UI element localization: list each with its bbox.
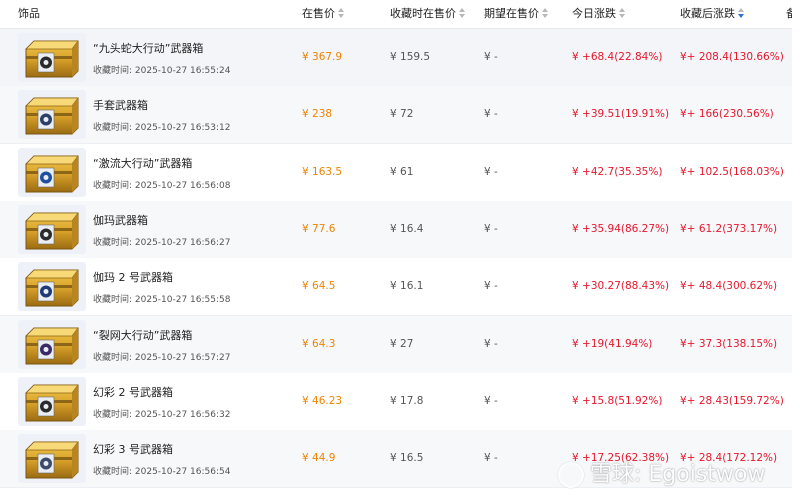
item-name[interactable]: “激流大行动”武器箱 — [93, 155, 192, 171]
expected-price: ¥ - — [484, 394, 498, 407]
item-name[interactable]: 手套武器箱 — [93, 97, 148, 113]
case-thumbnail[interactable] — [18, 319, 86, 369]
gamma2-emblem-icon — [25, 269, 79, 307]
header-expect-sort[interactable]: 期望在售价 — [484, 0, 548, 28]
change-since-favorite: ¥+ 37.3(138.15%) — [680, 337, 778, 350]
chroma2-emblem-icon — [25, 384, 79, 422]
header-fav-price-label: 收藏时在售价 — [390, 7, 456, 20]
current-price: ¥ 64.3 — [302, 337, 336, 350]
favorited-time: 收藏时间: 2025-10-27 16:53:12 — [93, 123, 231, 134]
favorited-price: ¥ 16.1 — [390, 280, 424, 293]
expected-price: ¥ - — [484, 337, 498, 350]
current-price: ¥ 367.9 — [302, 51, 343, 63]
favorited-price: ¥ 16.5 — [390, 452, 424, 465]
case-thumbnail[interactable] — [18, 262, 86, 312]
sort-icon — [619, 7, 625, 19]
favorited-time: 收藏时间: 2025-10-27 16:56:27 — [93, 237, 231, 248]
header-today-label: 今日涨跌 — [572, 7, 616, 20]
table-row[interactable]: “九头蛇大行动”武器箱收藏时间: 2025-10-27 16:55:24 ¥ 36… — [0, 29, 800, 87]
expected-price: ¥ - — [484, 280, 498, 293]
hydra-emblem-icon — [25, 40, 79, 78]
case-thumbnail[interactable] — [18, 376, 86, 426]
today-change: ¥ +19(41.94%) — [572, 337, 653, 350]
favorited-time: 收藏时间: 2025-10-27 16:56:54 — [93, 467, 231, 478]
today-change: ¥ +39.51(19.91%) — [572, 108, 670, 121]
today-change: ¥ +68.4(22.84%) — [572, 51, 663, 63]
current-price: ¥ 44.9 — [302, 452, 336, 465]
riptide-emblem-icon — [25, 155, 79, 193]
favorited-time: 收藏时间: 2025-10-27 16:57:27 — [93, 352, 231, 363]
item-name[interactable]: “裂网大行动”武器箱 — [93, 327, 192, 343]
expected-price: ¥ - — [484, 452, 498, 465]
glove-emblem-icon — [25, 97, 79, 135]
header-since-label: 收藏后涨跌 — [680, 7, 735, 20]
table-header: 饰品 在售价 收藏时在售价 期望在售价 今日涨跌 收藏后涨跌 备 — [0, 0, 800, 29]
case-thumbnail[interactable] — [18, 434, 86, 484]
item-name[interactable]: 幻彩 2 号武器箱 — [93, 384, 173, 400]
favorited-time: 收藏时间: 2025-10-27 16:55:24 — [93, 66, 231, 76]
favorited-price: ¥ 159.5 — [390, 51, 431, 63]
current-price: ¥ 238 — [302, 108, 333, 121]
header-item: 饰品 — [18, 7, 40, 20]
header-today-sort[interactable]: 今日涨跌 — [572, 0, 625, 28]
item-name[interactable]: “九头蛇大行动”武器箱 — [93, 40, 203, 56]
change-since-favorite: ¥+ 28.43(159.72%) — [680, 394, 784, 407]
sort-icon — [459, 7, 465, 19]
today-change: ¥ +30.27(88.43%) — [572, 280, 670, 293]
change-since-favorite: ¥+ 61.2(373.17%) — [680, 222, 778, 235]
sort-active-desc-icon — [738, 7, 744, 19]
favorited-price: ¥ 16.4 — [390, 222, 424, 235]
change-since-favorite: ¥+ 102.5(168.03%) — [680, 165, 784, 178]
table-row[interactable]: “激流大行动”武器箱收藏时间: 2025-10-27 16:56:08 ¥ 163… — [0, 143, 800, 202]
favorited-time: 收藏时间: 2025-10-27 16:56:32 — [93, 409, 231, 420]
favorited-price: ¥ 17.8 — [390, 394, 424, 407]
expected-price: ¥ - — [484, 165, 498, 178]
case-thumbnail[interactable] — [18, 33, 86, 82]
current-price: ¥ 163.5 — [302, 165, 343, 178]
favorited-time: 收藏时间: 2025-10-27 16:56:08 — [93, 180, 231, 191]
header-price-label: 在售价 — [302, 7, 335, 20]
header-price-sort[interactable]: 在售价 — [302, 0, 344, 28]
sort-icon — [542, 7, 548, 19]
header-fav-price-sort[interactable]: 收藏时在售价 — [390, 0, 465, 28]
chroma3-emblem-icon — [25, 441, 79, 479]
case-thumbnail[interactable] — [18, 147, 86, 197]
favorited-price: ¥ 61 — [390, 165, 414, 178]
table-row[interactable]: 幻彩 2 号武器箱收藏时间: 2025-10-27 16:56:32 ¥ 46.2… — [0, 372, 800, 431]
snowball-logo-icon — [558, 462, 584, 488]
shattered-web-emblem-icon — [25, 327, 79, 364]
current-price: ¥ 77.6 — [302, 222, 336, 235]
favorited-price: ¥ 72 — [390, 108, 414, 121]
change-since-favorite: ¥+ 48.4(300.62%) — [680, 280, 778, 293]
table-row[interactable]: 伽玛 2 号武器箱收藏时间: 2025-10-27 16:55:58 ¥ 64.5… — [0, 258, 800, 317]
expected-price: ¥ - — [484, 51, 498, 63]
watermark: 雪球: Egoistwow — [558, 456, 765, 488]
current-price: ¥ 64.5 — [302, 280, 336, 293]
sort-icon — [338, 7, 344, 19]
watermark-text: 雪球: Egoistwow — [590, 462, 766, 487]
change-since-favorite: ¥+ 166(230.56%) — [680, 108, 774, 121]
current-price: ¥ 46.23 — [302, 394, 343, 407]
scrollbar[interactable] — [792, 0, 800, 495]
today-change: ¥ +15.8(51.92%) — [572, 394, 663, 407]
header-since-sort[interactable]: 收藏后涨跌 — [680, 0, 744, 28]
change-since-favorite: ¥+ 208.4(130.66%) — [680, 51, 784, 63]
expected-price: ¥ - — [484, 222, 498, 235]
favorited-price: ¥ 27 — [390, 337, 414, 350]
case-thumbnail[interactable] — [18, 90, 86, 140]
expected-price: ¥ - — [484, 108, 498, 121]
item-name[interactable]: 伽玛武器箱 — [93, 212, 148, 228]
favorited-time: 收藏时间: 2025-10-27 16:55:58 — [93, 295, 231, 306]
table-row[interactable]: 伽玛武器箱收藏时间: 2025-10-27 16:56:27 ¥ 77.6 ¥ 16… — [0, 200, 800, 259]
case-thumbnail[interactable] — [18, 204, 86, 254]
item-name[interactable]: 伽玛 2 号武器箱 — [93, 269, 173, 285]
today-change: ¥ +35.94(86.27%) — [572, 222, 670, 235]
header-expect-label: 期望在售价 — [484, 7, 539, 20]
table-row[interactable]: 手套武器箱收藏时间: 2025-10-27 16:53:12 ¥ 238 ¥ 72 ¥… — [0, 86, 800, 145]
today-change: ¥ +42.7(35.35%) — [572, 165, 663, 178]
gamma-emblem-icon — [25, 212, 79, 250]
item-name[interactable]: 幻彩 3 号武器箱 — [93, 441, 173, 457]
table-row[interactable]: “裂网大行动”武器箱收藏时间: 2025-10-27 16:57:27 ¥ 64.… — [0, 315, 800, 374]
